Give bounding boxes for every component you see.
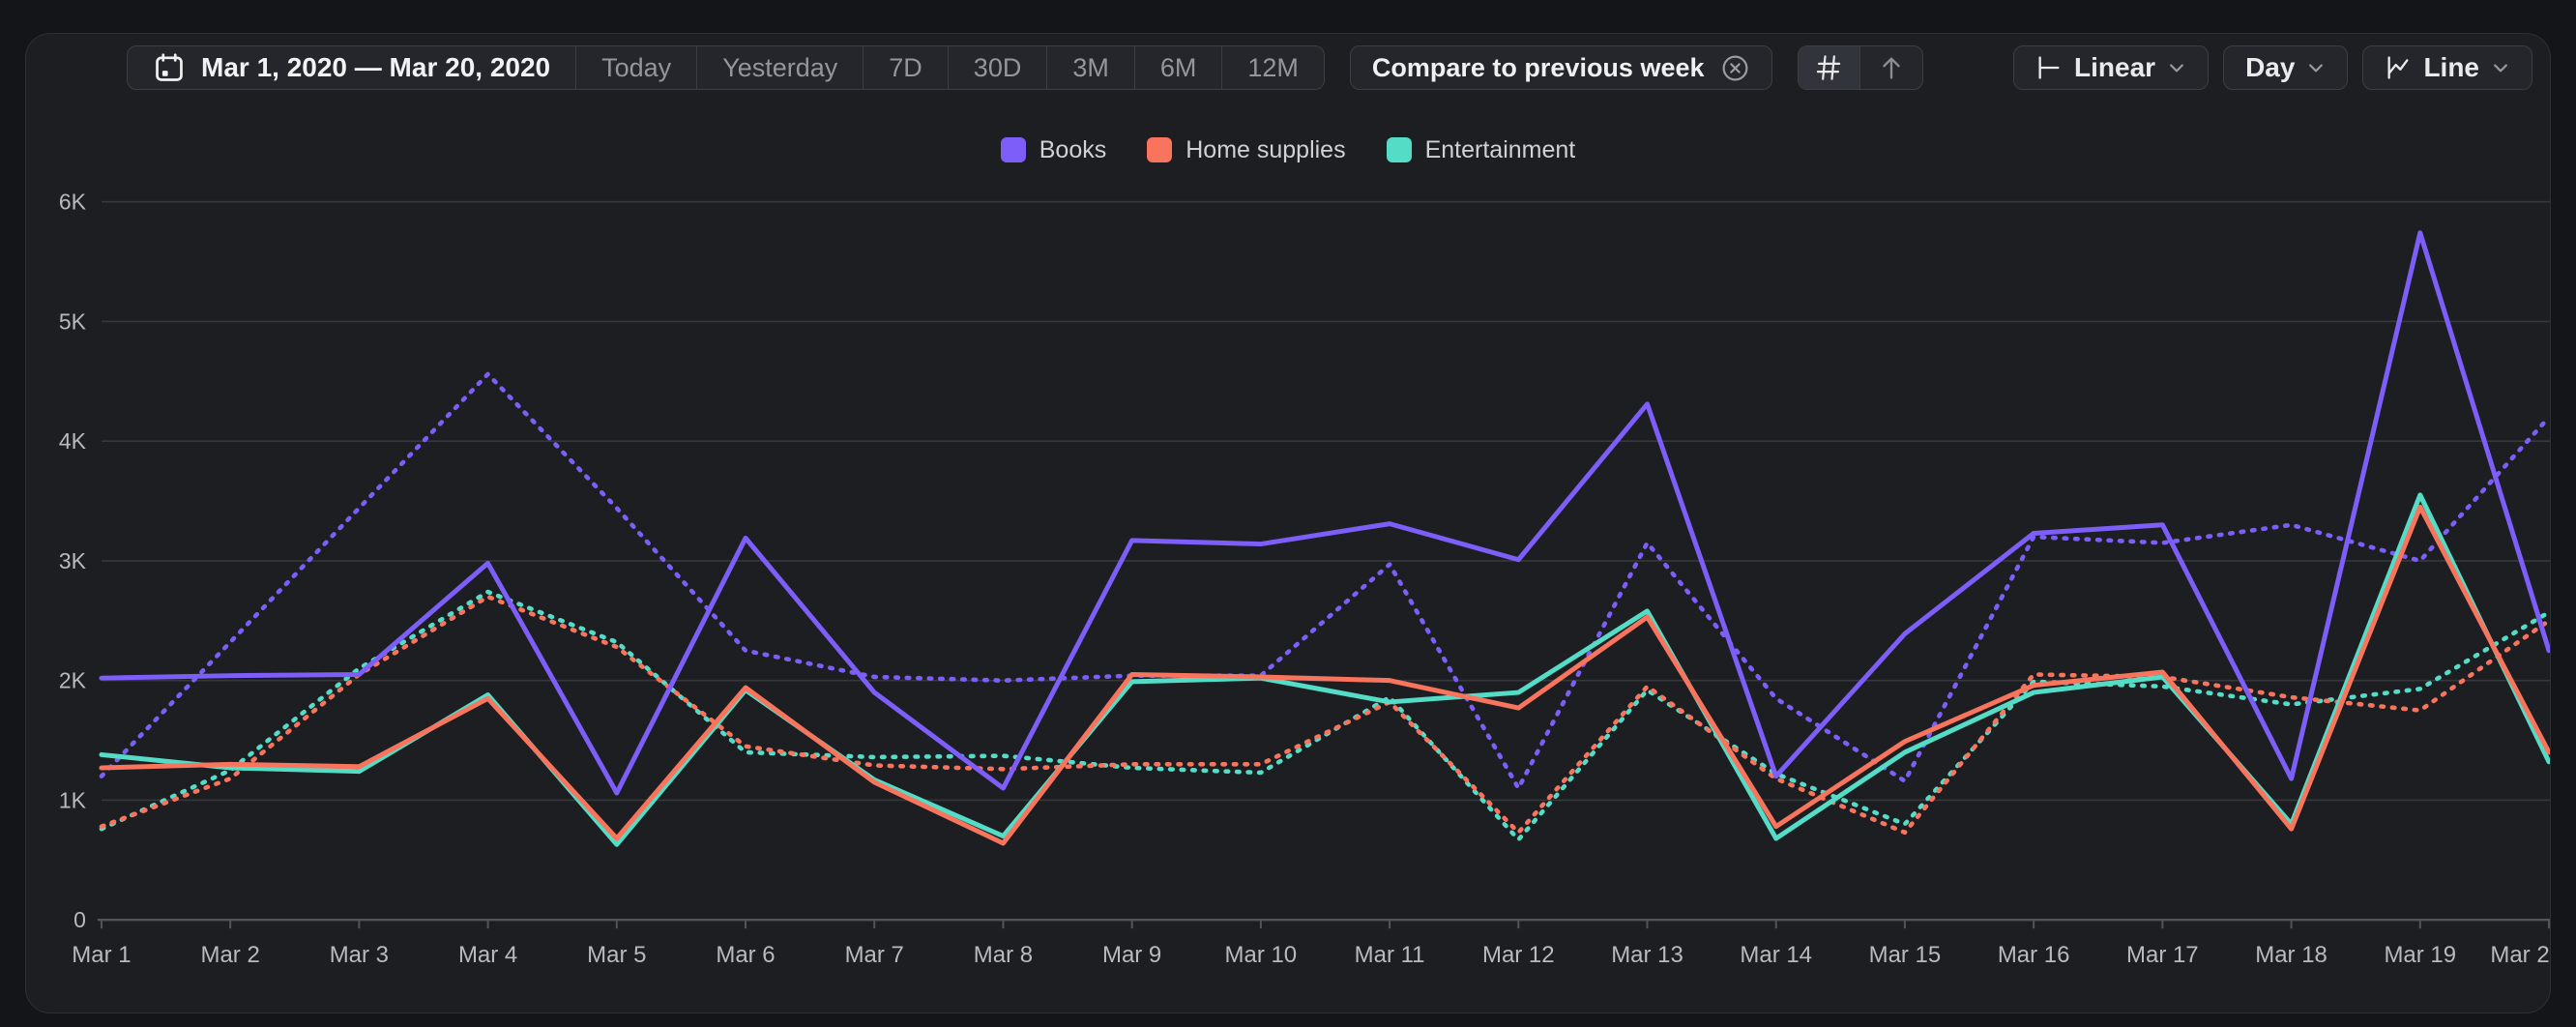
svg-text:Mar 18: Mar 18 <box>2255 942 2327 968</box>
chart-panel: Mar 1, 2020 — Mar 20, 2020 Today Yesterd… <box>25 33 2551 1013</box>
svg-text:5K: 5K <box>59 308 87 334</box>
svg-text:Mar 16: Mar 16 <box>1998 942 2070 968</box>
svg-text:Mar 19: Mar 19 <box>2384 942 2456 968</box>
svg-text:3K: 3K <box>59 548 87 573</box>
svg-text:Mar 5: Mar 5 <box>587 942 646 968</box>
svg-text:Mar 12: Mar 12 <box>1482 942 1555 968</box>
svg-text:4K: 4K <box>59 428 87 454</box>
svg-text:Mar 2: Mar 2 <box>201 942 260 968</box>
svg-text:Mar 6: Mar 6 <box>716 942 775 968</box>
svg-text:0: 0 <box>73 907 86 932</box>
svg-text:Mar 8: Mar 8 <box>974 942 1033 968</box>
svg-text:Mar 7: Mar 7 <box>845 942 904 968</box>
svg-text:2K: 2K <box>59 668 87 693</box>
svg-text:Mar 11: Mar 11 <box>1355 942 1425 968</box>
svg-text:6K: 6K <box>59 190 87 215</box>
svg-text:Mar 17: Mar 17 <box>2126 942 2199 968</box>
svg-text:1K: 1K <box>59 787 87 812</box>
svg-text:Mar 14: Mar 14 <box>1740 942 1812 968</box>
svg-text:Mar 13: Mar 13 <box>1611 942 1683 968</box>
svg-text:Mar 15: Mar 15 <box>1869 942 1942 968</box>
svg-text:Mar 4: Mar 4 <box>458 942 517 968</box>
svg-text:Mar 9: Mar 9 <box>1102 942 1161 968</box>
line-chart: 01K2K3K4K5K6KMar 1Mar 2Mar 3Mar 4Mar 5Ma… <box>26 34 2550 1012</box>
svg-text:Mar 10: Mar 10 <box>1225 942 1298 968</box>
svg-text:Mar 1: Mar 1 <box>72 942 131 968</box>
svg-text:Mar 3: Mar 3 <box>330 942 389 968</box>
svg-text:Mar 20: Mar 20 <box>2490 942 2550 968</box>
